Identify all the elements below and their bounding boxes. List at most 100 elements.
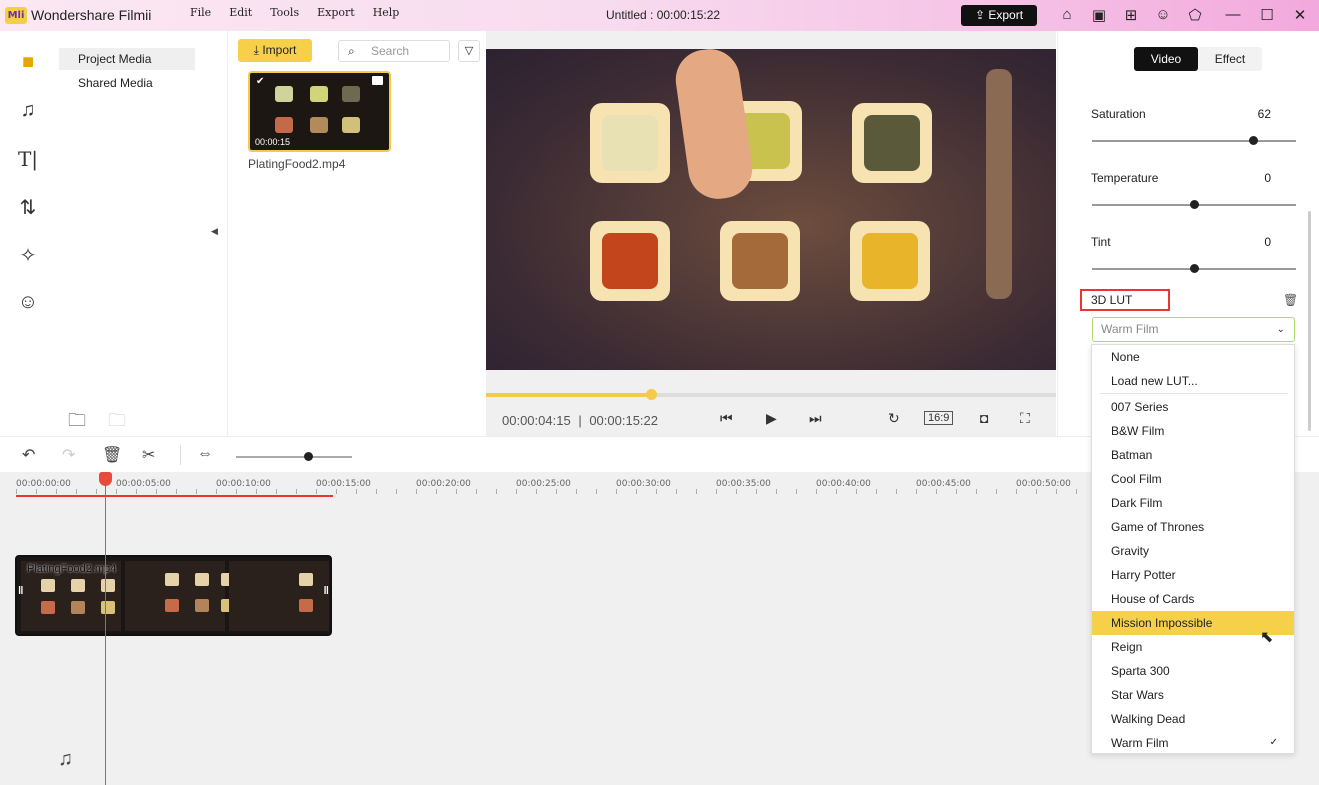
save-icon[interactable]: ▣ xyxy=(1089,6,1109,24)
menu-tools[interactable]: Tools xyxy=(270,6,299,19)
temperature-label: Temperature xyxy=(1091,171,1159,185)
thumbnail-duration: 00:00:15 xyxy=(255,137,291,147)
new-folder-icon[interactable]: 🗀 xyxy=(68,408,86,438)
sticker-icon[interactable]: ☺ xyxy=(16,291,40,314)
import-button[interactable]: ⤓ Import xyxy=(238,39,312,62)
lut-option[interactable]: Batman xyxy=(1092,443,1294,467)
video-background xyxy=(486,49,1056,370)
nav-project-media[interactable]: Project Media xyxy=(59,48,195,70)
menu-edit[interactable]: Edit xyxy=(229,6,252,19)
zoom-knob[interactable] xyxy=(304,452,313,461)
media-nav: Project Media Shared Media xyxy=(57,31,227,436)
undo-icon[interactable]: ↶ xyxy=(22,445,35,465)
dropdown-separator xyxy=(1100,393,1288,394)
aspect-ratio-button[interactable]: 16:9 xyxy=(924,411,954,425)
progress-fill xyxy=(486,393,652,397)
lut-option[interactable]: Walking Dead xyxy=(1092,707,1294,731)
tick-label: 00:00:50:00 xyxy=(1016,479,1071,489)
saturation-value[interactable]: 62 xyxy=(1258,107,1271,121)
lut-option[interactable]: 007 Series xyxy=(1092,395,1294,419)
media-thumbnail[interactable]: ✔ 00:00:15 xyxy=(248,71,391,152)
trash-icon[interactable]: 🗑 xyxy=(1283,293,1298,307)
export-button[interactable]: ⇪ Export xyxy=(961,5,1037,26)
delete-icon[interactable]: 🗑 xyxy=(102,445,122,465)
clip-right-handle[interactable]: ‖ xyxy=(324,585,329,597)
temperature-value[interactable]: 0 xyxy=(1264,171,1271,185)
menu-file[interactable]: File xyxy=(190,6,211,19)
slider-knob[interactable] xyxy=(1190,200,1199,209)
lut-option[interactable]: Dark Film xyxy=(1092,491,1294,515)
lut-option[interactable]: Star Wars xyxy=(1092,683,1294,707)
lut-option-label: Batman xyxy=(1111,448,1153,462)
lut-option[interactable]: Warm Film ✓ xyxy=(1092,731,1294,755)
bowl-content xyxy=(862,233,918,289)
previous-frame-icon[interactable]: ⏮ xyxy=(720,410,733,427)
cart-icon[interactable]: ⊞ xyxy=(1121,6,1141,24)
next-frame-icon[interactable]: ⏭ xyxy=(809,410,822,427)
lut-option[interactable]: Cool Film xyxy=(1092,467,1294,491)
bowl-content xyxy=(732,233,788,289)
home-icon[interactable]: ⌂ xyxy=(1057,6,1077,23)
clip-cell xyxy=(71,601,85,614)
snapshot-icon[interactable]: ◘ xyxy=(980,410,988,426)
clip-cell xyxy=(165,599,179,612)
tshirt-icon[interactable]: ⬠ xyxy=(1185,6,1205,24)
lut-dropdown-list[interactable]: None Load new LUT... 007 Series B&W Film Bat… xyxy=(1091,344,1295,754)
tint-slider[interactable] xyxy=(1092,264,1296,273)
lut-option[interactable]: None xyxy=(1092,345,1294,369)
lut-option[interactable]: Harry Potter xyxy=(1092,563,1294,587)
tick-label: 00:00:35:00 xyxy=(716,479,771,489)
fit-timeline-icon[interactable]: ⇔ xyxy=(197,445,213,463)
effects-icon[interactable]: ✧ xyxy=(16,243,40,268)
lut-option-label: Game of Thrones xyxy=(1111,520,1205,534)
slider-knob[interactable] xyxy=(1249,136,1259,145)
lut-option[interactable]: Game of Thrones xyxy=(1092,515,1294,539)
account-icon[interactable]: ☺ xyxy=(1153,6,1173,23)
bowl xyxy=(590,103,670,183)
clip-left-handle[interactable]: ‖ xyxy=(18,585,23,597)
video-clip[interactable]: PlatingFood2.mp4 ‖ ‖ xyxy=(15,555,332,636)
play-icon[interactable]: ▶ xyxy=(766,410,777,427)
tick-label: 00:00:15:00 xyxy=(316,479,371,489)
progress-knob[interactable] xyxy=(646,389,658,400)
nav-shared-media[interactable]: Shared Media xyxy=(59,72,195,94)
folder-icon[interactable]: ■ xyxy=(16,51,40,74)
lut-option[interactable]: House of Cards xyxy=(1092,587,1294,611)
menu-help[interactable]: Help xyxy=(373,6,400,19)
clip-cell xyxy=(41,601,55,614)
playhead[interactable] xyxy=(99,472,112,486)
video-frame[interactable] xyxy=(486,49,1056,370)
tab-effect[interactable]: Effect xyxy=(1198,47,1262,71)
zoom-slider[interactable] xyxy=(236,452,352,461)
tick-label: 00:00:30:00 xyxy=(616,479,671,489)
tab-video[interactable]: Video xyxy=(1134,47,1198,71)
menu-export[interactable]: Export xyxy=(317,6,355,19)
tint-value[interactable]: 0 xyxy=(1264,235,1271,249)
collapse-left-icon[interactable]: ◀ xyxy=(211,226,218,237)
close-icon[interactable]: ✕ xyxy=(1290,6,1310,24)
transition-icon[interactable]: ⇅ xyxy=(16,195,40,220)
minimize-icon[interactable]: — xyxy=(1223,6,1243,23)
text-icon[interactable]: T| xyxy=(16,147,40,171)
upload-icon: ⇪ xyxy=(974,8,986,22)
playback-progress[interactable] xyxy=(486,389,1056,400)
lut-option-label: B&W Film xyxy=(1111,424,1165,438)
lut-option[interactable]: Sparta 300 xyxy=(1092,659,1294,683)
filter-icon[interactable]: ▽ xyxy=(458,40,480,62)
cut-icon[interactable]: ✂ xyxy=(142,445,155,465)
render-preview-icon[interactable]: ↻ xyxy=(888,410,900,427)
maximize-icon[interactable]: ☐ xyxy=(1257,6,1277,24)
properties-scrollbar[interactable] xyxy=(1308,211,1311,431)
lut-option[interactable]: Gravity xyxy=(1092,539,1294,563)
lut-option[interactable]: B&W Film xyxy=(1092,419,1294,443)
fullscreen-icon[interactable]: ⛶ xyxy=(1020,410,1030,427)
playhead-line[interactable] xyxy=(105,480,106,785)
lut-select[interactable]: Warm Film ⌄ xyxy=(1092,317,1295,342)
temperature-slider[interactable] xyxy=(1092,200,1296,209)
slider-knob[interactable] xyxy=(1190,264,1199,273)
music-icon[interactable]: ♫ xyxy=(16,99,40,122)
lut-option[interactable]: Load new LUT... xyxy=(1092,369,1294,393)
saturation-slider[interactable] xyxy=(1092,136,1296,145)
tick-label: 00:00:40:00 xyxy=(816,479,871,489)
search-input[interactable]: ⌕ Search xyxy=(338,40,450,62)
